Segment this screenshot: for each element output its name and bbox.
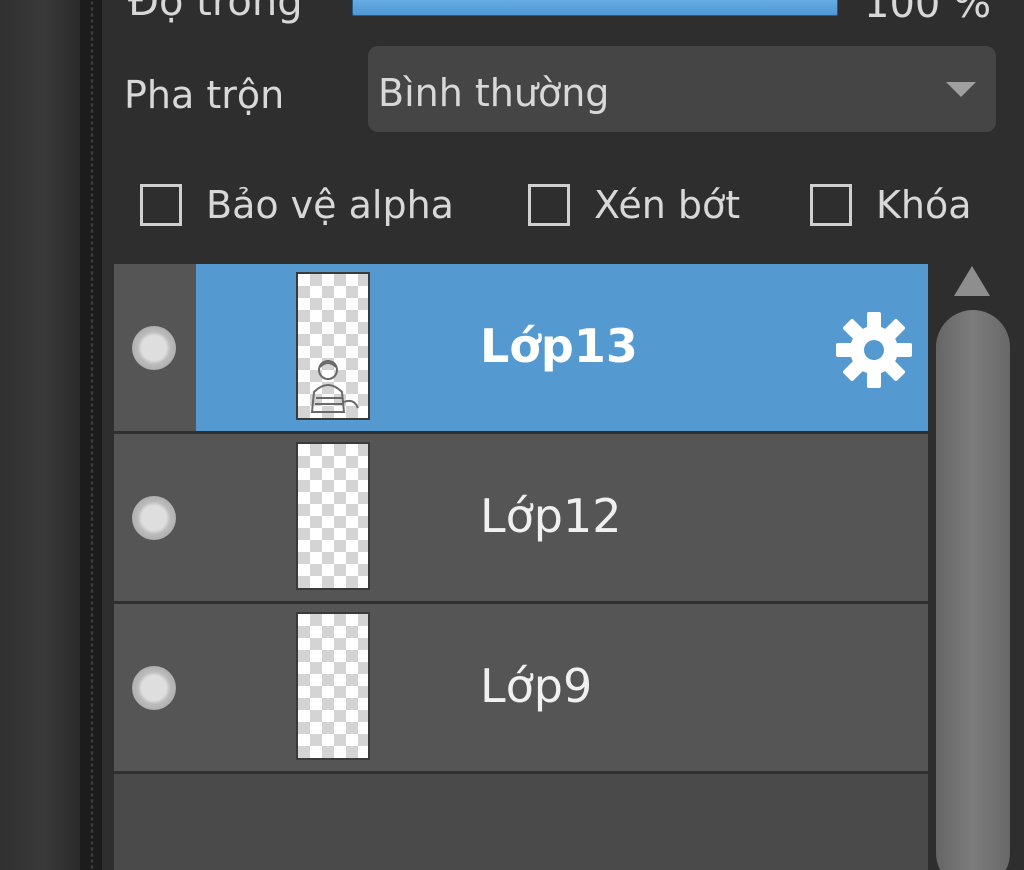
- visibility-icon[interactable]: [132, 666, 176, 710]
- clipping-label: Xén bớt: [594, 183, 741, 227]
- layer-name[interactable]: Lớp9: [480, 656, 592, 716]
- layer-list: Lớp13 Lớp12 Lớp9: [114, 264, 928, 870]
- opacity-value: 100 %: [864, 0, 992, 27]
- blend-mode-label: Pha trộn: [124, 73, 285, 117]
- chevron-down-icon: [946, 82, 976, 97]
- visibility-cell[interactable]: [114, 264, 196, 431]
- checkbox-icon[interactable]: [140, 184, 182, 226]
- layer-row[interactable]: Lớp12: [114, 434, 928, 604]
- checkbox-icon[interactable]: [528, 184, 570, 226]
- opacity-slider[interactable]: [352, 0, 838, 16]
- layer-row[interactable]: Lớp9: [114, 604, 928, 774]
- protect-alpha-checkbox[interactable]: Bảo vệ alpha: [140, 180, 454, 230]
- layer-thumbnail: [296, 612, 370, 760]
- scroll-up-icon[interactable]: [954, 266, 990, 296]
- visibility-cell[interactable]: [114, 604, 196, 771]
- blend-mode-select[interactable]: Bình thường: [368, 46, 996, 132]
- layer-row[interactable]: Lớp13: [114, 264, 928, 434]
- layer-thumbnail: [296, 272, 370, 420]
- opacity-label: Độ trong: [128, 0, 303, 25]
- layer-name[interactable]: Lớp13: [480, 316, 638, 376]
- sketch-figure-icon: [310, 360, 359, 413]
- clipping-checkbox[interactable]: Xén bớt: [528, 180, 740, 230]
- visibility-cell[interactable]: [114, 434, 196, 601]
- gear-icon[interactable]: [834, 310, 914, 390]
- canvas-edge: [0, 0, 80, 870]
- visibility-icon[interactable]: [132, 326, 176, 370]
- splitter-grip[interactable]: [90, 0, 94, 870]
- checkbox-icon[interactable]: [810, 184, 852, 226]
- scroll-thumb[interactable]: [936, 310, 1010, 870]
- layer-panel-window: Độ trong 100 % Pha trộn Bình thường Bảo …: [0, 0, 1024, 870]
- visibility-icon[interactable]: [132, 496, 176, 540]
- blend-mode-value: Bình thường: [378, 71, 610, 115]
- layer-name[interactable]: Lớp12: [480, 486, 622, 546]
- protect-alpha-label: Bảo vệ alpha: [206, 183, 454, 227]
- lock-label: Khóa: [876, 183, 972, 227]
- lock-checkbox[interactable]: Khóa: [810, 180, 972, 230]
- layer-list-scrollbar[interactable]: [930, 260, 1020, 870]
- layer-thumbnail: [296, 442, 370, 590]
